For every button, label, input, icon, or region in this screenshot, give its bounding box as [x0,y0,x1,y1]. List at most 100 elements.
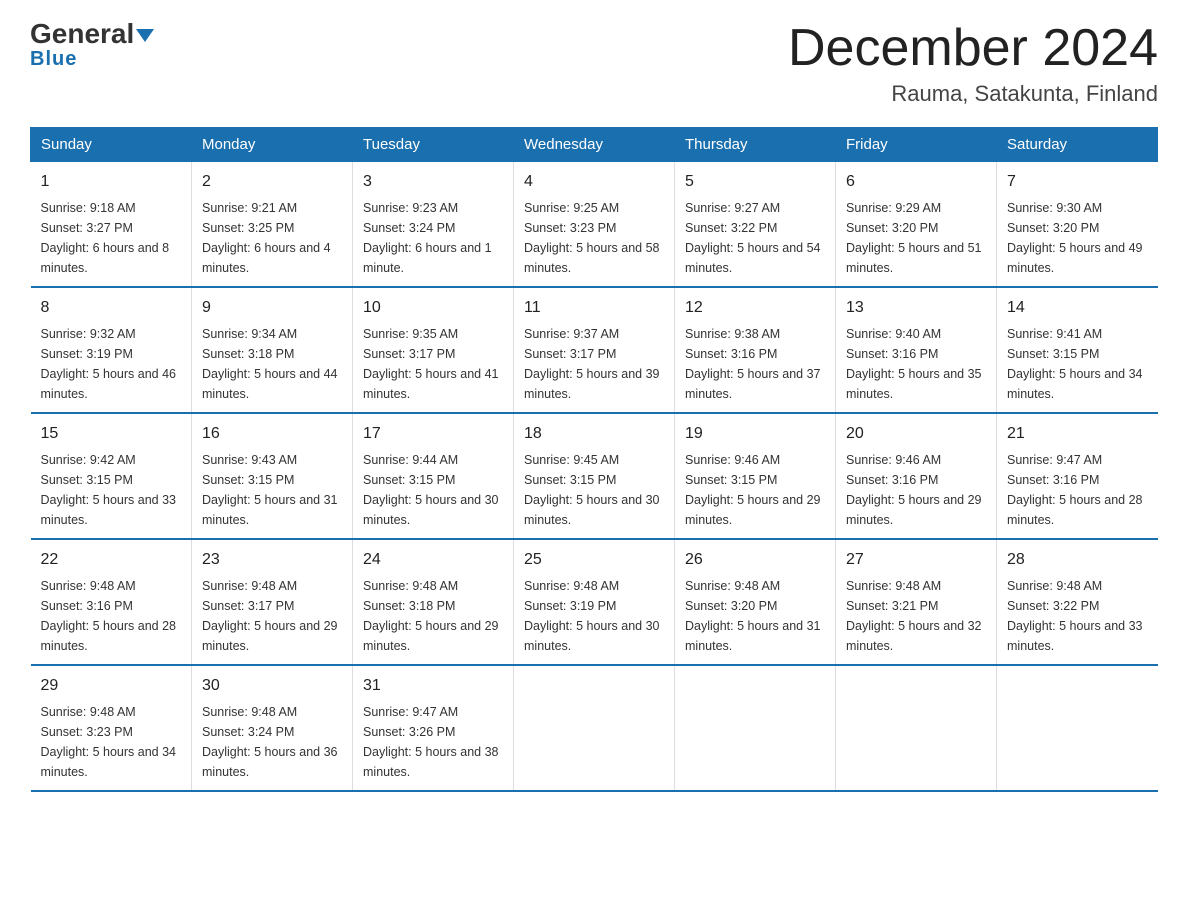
header-sunday: Sunday [31,128,192,162]
day-info: Sunrise: 9:48 AMSunset: 3:16 PMDaylight:… [41,579,177,653]
calendar-week-row: 22 Sunrise: 9:48 AMSunset: 3:16 PMDayligh… [31,539,1158,665]
calendar-week-row: 29 Sunrise: 9:48 AMSunset: 3:23 PMDayligh… [31,665,1158,791]
calendar-cell [514,665,675,791]
day-info: Sunrise: 9:23 AMSunset: 3:24 PMDaylight:… [363,201,492,275]
day-number: 2 [202,170,342,194]
calendar-week-row: 1 Sunrise: 9:18 AMSunset: 3:27 PMDaylight… [31,162,1158,288]
calendar-cell: 20Sunrise: 9:46 AMSunset: 3:16 PMDayligh… [836,413,997,539]
calendar-cell: 28 Sunrise: 9:48 AMSunset: 3:22 PMDayligh… [997,539,1158,665]
calendar-cell: 9Sunrise: 9:34 AMSunset: 3:18 PMDaylight… [192,287,353,413]
calendar-cell: 7Sunrise: 9:30 AMSunset: 3:20 PMDaylight… [997,162,1158,288]
header-saturday: Saturday [997,128,1158,162]
calendar-cell: 18 Sunrise: 9:45 AMSunset: 3:15 PMDayligh… [514,413,675,539]
calendar-cell: 5 Sunrise: 9:27 AMSunset: 3:22 PMDaylight… [675,162,836,288]
day-info: Sunrise: 9:45 AMSunset: 3:15 PMDaylight:… [524,453,660,527]
calendar-cell: 26Sunrise: 9:48 AMSunset: 3:20 PMDayligh… [675,539,836,665]
calendar-cell: 13Sunrise: 9:40 AMSunset: 3:16 PMDayligh… [836,287,997,413]
day-info: Sunrise: 9:48 AMSunset: 3:17 PMDaylight:… [202,579,338,653]
day-number: 17 [363,422,503,446]
calendar-cell [997,665,1158,791]
calendar-cell: 14 Sunrise: 9:41 AMSunset: 3:15 PMDayligh… [997,287,1158,413]
day-number: 28 [1007,548,1148,572]
calendar-cell: 23 Sunrise: 9:48 AMSunset: 3:17 PMDayligh… [192,539,353,665]
day-info: Sunrise: 9:46 AMSunset: 3:15 PMDaylight:… [685,453,821,527]
day-number: 21 [1007,422,1148,446]
calendar-cell: 17 Sunrise: 9:44 AMSunset: 3:15 PMDayligh… [353,413,514,539]
day-number: 6 [846,170,986,194]
day-info: Sunrise: 9:44 AMSunset: 3:15 PMDaylight:… [363,453,499,527]
day-info: Sunrise: 9:48 AMSunset: 3:24 PMDaylight:… [202,705,338,779]
day-number: 27 [846,548,986,572]
calendar-cell: 22 Sunrise: 9:48 AMSunset: 3:16 PMDayligh… [31,539,192,665]
calendar-cell: 29 Sunrise: 9:48 AMSunset: 3:23 PMDayligh… [31,665,192,791]
day-number: 5 [685,170,825,194]
day-info: Sunrise: 9:27 AMSunset: 3:22 PMDaylight:… [685,201,821,275]
day-info: Sunrise: 9:48 AMSunset: 3:23 PMDaylight:… [41,705,177,779]
calendar-cell: 12 Sunrise: 9:38 AMSunset: 3:16 PMDayligh… [675,287,836,413]
calendar-cell: 8 Sunrise: 9:32 AMSunset: 3:19 PMDaylight… [31,287,192,413]
day-info: Sunrise: 9:48 AMSunset: 3:21 PMDaylight:… [846,579,982,653]
calendar-table: Sunday Monday Tuesday Wednesday Thursday… [30,127,1158,792]
day-info: Sunrise: 9:48 AMSunset: 3:18 PMDaylight:… [363,579,499,653]
header-thursday: Thursday [675,128,836,162]
calendar-cell: 15 Sunrise: 9:42 AMSunset: 3:15 PMDayligh… [31,413,192,539]
day-number: 1 [41,170,182,194]
day-number: 18 [524,422,664,446]
logo: General Blue [30,20,154,71]
day-number: 22 [41,548,182,572]
calendar-cell: 30Sunrise: 9:48 AMSunset: 3:24 PMDayligh… [192,665,353,791]
day-number: 29 [41,674,182,698]
calendar-cell [836,665,997,791]
calendar-cell: 25 Sunrise: 9:48 AMSunset: 3:19 PMDayligh… [514,539,675,665]
calendar-cell: 4 Sunrise: 9:25 AMSunset: 3:23 PMDaylight… [514,162,675,288]
day-info: Sunrise: 9:41 AMSunset: 3:15 PMDaylight:… [1007,327,1143,401]
header-tuesday: Tuesday [353,128,514,162]
day-info: Sunrise: 9:48 AMSunset: 3:22 PMDaylight:… [1007,579,1143,653]
calendar-cell: 21 Sunrise: 9:47 AMSunset: 3:16 PMDayligh… [997,413,1158,539]
day-number: 8 [41,296,182,320]
day-info: Sunrise: 9:38 AMSunset: 3:16 PMDaylight:… [685,327,821,401]
day-info: Sunrise: 9:47 AMSunset: 3:26 PMDaylight:… [363,705,499,779]
day-info: Sunrise: 9:48 AMSunset: 3:20 PMDaylight:… [685,579,821,653]
calendar-title: December 2024 [788,20,1158,77]
day-info: Sunrise: 9:34 AMSunset: 3:18 PMDaylight:… [202,327,338,401]
logo-blue: Blue [30,48,77,71]
day-info: Sunrise: 9:25 AMSunset: 3:23 PMDaylight:… [524,201,660,275]
day-info: Sunrise: 9:35 AMSunset: 3:17 PMDaylight:… [363,327,499,401]
day-info: Sunrise: 9:48 AMSunset: 3:19 PMDaylight:… [524,579,660,653]
day-number: 3 [363,170,503,194]
day-info: Sunrise: 9:18 AMSunset: 3:27 PMDaylight:… [41,201,170,275]
day-number: 25 [524,548,664,572]
calendar-cell: 27 Sunrise: 9:48 AMSunset: 3:21 PMDayligh… [836,539,997,665]
day-number: 14 [1007,296,1148,320]
day-number: 23 [202,548,342,572]
calendar-cell [675,665,836,791]
day-info: Sunrise: 9:46 AMSunset: 3:16 PMDaylight:… [846,453,982,527]
day-info: Sunrise: 9:21 AMSunset: 3:25 PMDaylight:… [202,201,331,275]
calendar-header-row: Sunday Monday Tuesday Wednesday Thursday… [31,128,1158,162]
day-number: 12 [685,296,825,320]
calendar-cell: 2 Sunrise: 9:21 AMSunset: 3:25 PMDaylight… [192,162,353,288]
day-info: Sunrise: 9:47 AMSunset: 3:16 PMDaylight:… [1007,453,1143,527]
calendar-cell: 6Sunrise: 9:29 AMSunset: 3:20 PMDaylight… [836,162,997,288]
day-number: 19 [685,422,825,446]
calendar-week-row: 8 Sunrise: 9:32 AMSunset: 3:19 PMDaylight… [31,287,1158,413]
calendar-cell: 19 Sunrise: 9:46 AMSunset: 3:15 PMDayligh… [675,413,836,539]
header: General Blue December 2024 Rauma, Sataku… [30,20,1158,107]
day-info: Sunrise: 9:32 AMSunset: 3:19 PMDaylight:… [41,327,177,401]
day-info: Sunrise: 9:37 AMSunset: 3:17 PMDaylight:… [524,327,660,401]
calendar-cell: 10Sunrise: 9:35 AMSunset: 3:17 PMDayligh… [353,287,514,413]
header-monday: Monday [192,128,353,162]
day-number: 11 [524,296,664,320]
day-number: 31 [363,674,503,698]
day-number: 4 [524,170,664,194]
day-info: Sunrise: 9:42 AMSunset: 3:15 PMDaylight:… [41,453,177,527]
calendar-cell: 1 Sunrise: 9:18 AMSunset: 3:27 PMDaylight… [31,162,192,288]
day-number: 7 [1007,170,1148,194]
calendar-cell: 31 Sunrise: 9:47 AMSunset: 3:26 PMDayligh… [353,665,514,791]
day-number: 15 [41,422,182,446]
calendar-subtitle: Rauma, Satakunta, Finland [788,81,1158,107]
day-number: 16 [202,422,342,446]
day-info: Sunrise: 9:43 AMSunset: 3:15 PMDaylight:… [202,453,338,527]
title-area: December 2024 Rauma, Satakunta, Finland [788,20,1158,107]
